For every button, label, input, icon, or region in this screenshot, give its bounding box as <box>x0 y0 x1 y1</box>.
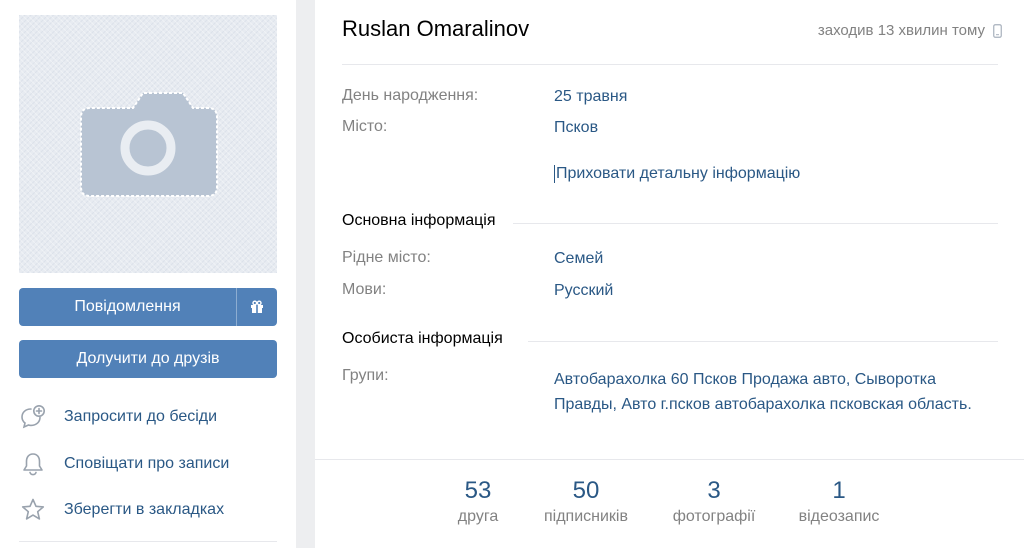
hide-details-link[interactable]: Приховати детальну інформацію <box>554 165 800 183</box>
section-divider <box>513 223 998 224</box>
languages-value[interactable]: Русский <box>554 281 984 301</box>
groups-label: Групи: <box>342 367 389 384</box>
add-friend-button[interactable]: Долучити до друзів <box>19 340 277 378</box>
notify-posts-action[interactable]: Сповіщати про записи <box>19 449 277 479</box>
groups-value[interactable]: Автобарахолка 60 Псков Продажа авто, Сыв… <box>554 367 984 417</box>
profile-name: Ruslan Omaralinov <box>342 16 530 41</box>
personal-info-section-title: Особиста інформація <box>342 330 503 347</box>
videos-counter[interactable]: 1 відеозапис <box>785 477 893 526</box>
invite-to-chat-label: Запросити до бесіди <box>64 408 218 425</box>
divider <box>19 541 277 542</box>
languages-label: Мови: <box>342 281 387 298</box>
section-divider <box>528 341 998 342</box>
city-value[interactable]: Псков <box>554 118 984 138</box>
add-friend-label: Долучити до друзів <box>76 350 220 367</box>
birthday-value[interactable]: 25 травня <box>554 87 984 107</box>
divider <box>315 459 1024 460</box>
avatar-placeholder[interactable] <box>19 15 277 273</box>
photos-counter[interactable]: 3 фотографії <box>665 477 763 526</box>
followers-caption: підписників <box>544 508 628 525</box>
phone-icon <box>993 23 1002 38</box>
photos-count: 3 <box>707 477 721 504</box>
profile-page: Повідомлення Долучити до друзів Запросит… <box>0 0 1024 548</box>
profile-info-panel: Ruslan Omaralinov заходив 13 хвилин тому… <box>315 0 1024 548</box>
videos-caption: відеозапис <box>798 508 880 525</box>
chat-plus-icon <box>20 402 50 432</box>
hometown-value[interactable]: Семей <box>554 249 984 269</box>
hometown-label: Рідне місто: <box>342 249 431 266</box>
friends-counter[interactable]: 53 друга <box>441 477 515 526</box>
videos-count: 1 <box>832 477 846 504</box>
camera-icon <box>80 92 218 197</box>
invite-to-chat-action[interactable]: Запросити до бесіди <box>19 402 277 432</box>
divider <box>342 64 998 65</box>
star-icon <box>20 495 50 525</box>
notify-posts-label: Сповіщати про записи <box>64 455 230 472</box>
city-label: Місто: <box>342 118 388 135</box>
friends-count: 53 <box>464 477 492 504</box>
profile-sidebar: Повідомлення Долучити до друзів Запросит… <box>0 0 296 548</box>
last-seen-status: заходив 13 хвилин тому <box>818 22 1002 39</box>
photos-caption: фотографії <box>672 508 756 525</box>
main-info-section-title: Основна інформація <box>342 212 496 229</box>
bell-icon <box>20 449 50 479</box>
last-seen-text: заходив 13 хвилин тому <box>817 22 985 39</box>
followers-count: 50 <box>572 477 600 504</box>
send-message-label: Повідомлення <box>74 298 181 315</box>
birthday-label: День народження: <box>342 87 479 104</box>
friends-caption: друга <box>457 508 499 525</box>
send-message-button[interactable]: Повідомлення <box>19 288 277 326</box>
bookmark-action[interactable]: Зберегти в закладках <box>19 495 277 525</box>
bookmark-label: Зберегти в закладках <box>64 501 225 518</box>
gift-icon[interactable] <box>237 288 277 326</box>
followers-counter[interactable]: 50 підписників <box>529 477 643 526</box>
